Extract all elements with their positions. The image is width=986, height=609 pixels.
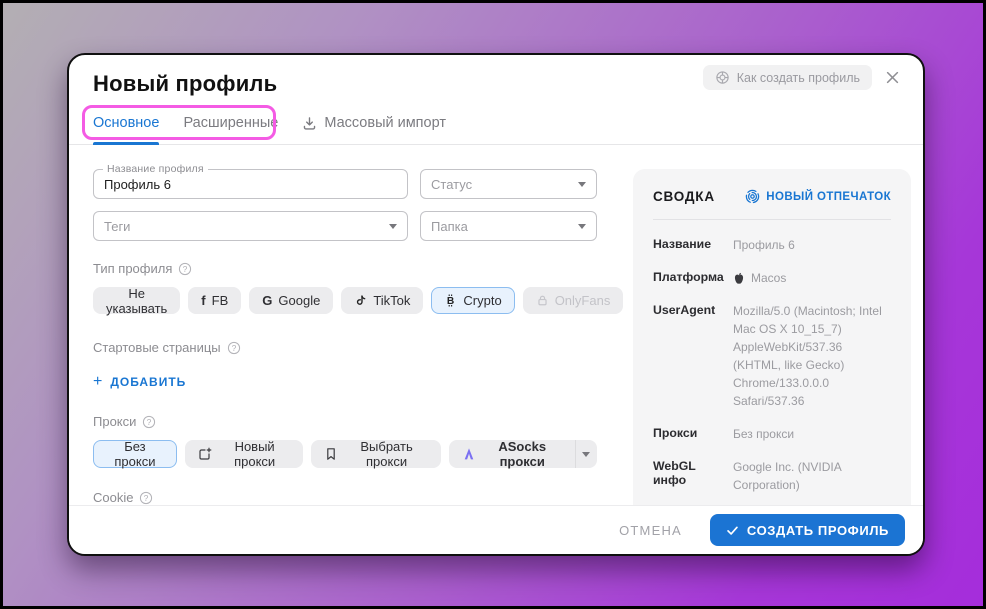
summary-row-name: Название Профиль 6 xyxy=(653,237,795,252)
add-start-page-button[interactable]: + ДОБАВИТЬ xyxy=(93,374,186,390)
lifebuoy-help-icon xyxy=(715,70,730,85)
bookmark-icon xyxy=(324,447,338,461)
cancel-button[interactable]: ОТМЕНА xyxy=(609,515,692,546)
new-window-plus-icon xyxy=(198,447,212,461)
chip-crypto[interactable]: B Crypto xyxy=(431,287,515,314)
asocks-dropdown-button[interactable] xyxy=(574,440,597,468)
chip-google[interactable]: G Google xyxy=(249,287,334,314)
asocks-proxy-group: ASocks прокси xyxy=(448,439,597,469)
svg-text:B: B xyxy=(447,296,454,307)
asocks-proxy-button[interactable]: ASocks прокси xyxy=(448,439,575,469)
bitcoin-icon: B xyxy=(444,294,457,307)
chip-tiktok[interactable]: TikTok xyxy=(341,287,424,314)
new-proxy-button[interactable]: Новый прокси xyxy=(184,439,304,469)
status-select[interactable]: Статус xyxy=(420,169,597,199)
chip-onlyfans[interactable]: OnlyFans xyxy=(522,287,624,314)
close-button[interactable] xyxy=(882,67,903,88)
proxy-label: Прокси ? xyxy=(93,414,597,429)
modal-header: Новый профиль Как создать профиль xyxy=(69,55,923,97)
chevron-down-icon xyxy=(389,223,397,229)
google-icon: G xyxy=(262,293,273,308)
tab-bar: Основное Расширенные Массовый импорт xyxy=(69,97,923,145)
question-circle-icon: ? xyxy=(178,262,192,276)
tab-basic[interactable]: Основное xyxy=(93,115,160,145)
start-pages-label: Стартовые страницы ? xyxy=(93,340,597,355)
purple-gradient-background: Новый профиль Как создать профиль Основн… xyxy=(0,0,986,609)
svg-text:?: ? xyxy=(183,264,188,274)
modal-footer: ОТМЕНА СОЗДАТЬ ПРОФИЛЬ xyxy=(69,505,923,554)
profile-type-label: Тип профиля ? xyxy=(93,261,597,276)
asocks-icon xyxy=(462,447,476,461)
plus-icon: + xyxy=(93,373,104,390)
modal-body: Название профиля Статус Теги Папка xyxy=(69,145,923,554)
new-profile-modal: Новый профиль Как создать профиль Основн… xyxy=(67,53,925,556)
check-icon xyxy=(726,524,739,537)
profile-form: Название профиля Статус Теги Папка xyxy=(93,163,624,554)
cookie-label: Cookie ? xyxy=(93,490,597,505)
tab-bulk-import[interactable]: Массовый импорт xyxy=(302,115,446,144)
tags-select[interactable]: Теги xyxy=(93,211,408,241)
chevron-down-icon xyxy=(578,181,586,187)
new-fingerprint-button[interactable]: НОВЫЙ ОТПЕЧАТОК xyxy=(745,189,891,204)
folder-select[interactable]: Папка xyxy=(420,211,597,241)
chip-not-specified[interactable]: Не указывать xyxy=(93,286,181,316)
fingerprint-icon xyxy=(745,189,760,204)
lock-icon xyxy=(536,294,549,307)
summary-row-useragent: UserAgent Mozilla/5.0 (Macintosh; Intel … xyxy=(653,303,882,408)
question-circle-icon: ? xyxy=(227,341,241,355)
chip-fb[interactable]: f FB xyxy=(188,287,242,314)
profile-type-chips: Не указывать f FB G Google TikTok B Cryp… xyxy=(93,286,624,316)
no-proxy-button[interactable]: Без прокси xyxy=(93,439,177,469)
svg-text:?: ? xyxy=(231,343,236,353)
close-icon xyxy=(886,71,899,84)
profile-name-input[interactable] xyxy=(104,176,397,192)
divider xyxy=(653,219,891,220)
download-icon xyxy=(302,116,317,131)
select-proxy-button[interactable]: Выбрать прокси xyxy=(311,439,441,469)
chevron-down-icon xyxy=(582,451,591,457)
profile-name-label: Название профиля xyxy=(103,163,208,175)
summary-row-proxy: Прокси Без прокси xyxy=(653,426,795,441)
facebook-icon: f xyxy=(201,293,206,308)
summary-row-platform: Платформа Macos xyxy=(653,270,787,285)
chevron-down-icon xyxy=(578,223,586,229)
question-circle-icon: ? xyxy=(142,415,156,429)
svg-text:?: ? xyxy=(144,493,149,503)
profile-name-field-wrapper: Название профиля xyxy=(93,163,408,199)
tiktok-icon xyxy=(354,294,367,307)
how-to-create-profile-button[interactable]: Как создать профиль xyxy=(702,65,872,90)
question-circle-icon: ? xyxy=(139,491,153,505)
apple-icon xyxy=(733,272,745,285)
svg-text:?: ? xyxy=(147,417,152,427)
tab-advanced[interactable]: Расширенные xyxy=(183,115,278,144)
proxy-buttons: Без прокси Новый прокси Выбрать прокси A… xyxy=(93,439,597,469)
summary-panel: СВОДКА НОВЫЙ ОТПЕЧАТОК Название Профиль … xyxy=(633,169,911,554)
summary-title: СВОДКА xyxy=(653,189,715,204)
create-profile-button[interactable]: СОЗДАТЬ ПРОФИЛЬ xyxy=(709,514,905,546)
